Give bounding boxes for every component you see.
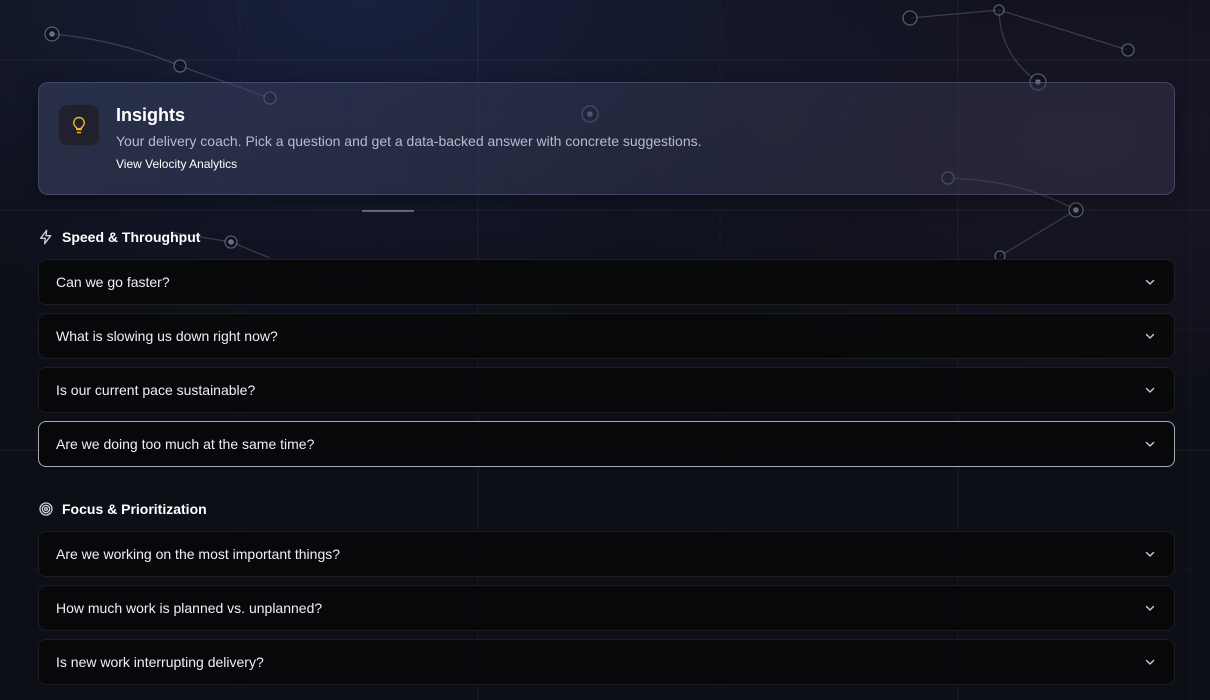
page-subtitle: Your delivery coach. Pick a question and… [116,133,702,149]
question-text: How much work is planned vs. unplanned? [56,600,323,616]
chevron-down-icon [1145,333,1155,339]
question-accordion-item[interactable]: Is new work interrupting delivery? [38,639,1175,685]
section-title: Speed & Throughput [62,229,201,245]
section-header-speed-throughput: Speed & Throughput [38,227,200,247]
lightning-icon [40,229,52,245]
lightbulb-icon [58,104,100,146]
chevron-down-icon [1145,551,1155,557]
question-text: Is our current pace sustainable? [56,382,256,398]
target-icon [39,502,53,516]
page-title: Insights [116,105,186,125]
question-accordion-item[interactable]: Are we working on the most important thi… [38,531,1175,577]
question-text: Are we doing too much at the same time? [56,436,315,452]
question-accordion-item[interactable]: What is slowing us down right now? [38,313,1175,359]
question-text: Can we go faster? [56,274,170,290]
view-velocity-analytics-link[interactable]: View Velocity Analytics [116,157,237,171]
section-header-focus-prioritization: Focus & Prioritization [38,499,207,519]
chevron-down-icon [1145,659,1155,665]
question-accordion-item[interactable]: Are we doing too much at the same time? [38,421,1175,467]
question-text: Are we working on the most important thi… [56,546,341,562]
insights-header-card: Insights Your delivery coach. Pick a que… [38,82,1175,195]
question-accordion-item[interactable]: Is our current pace sustainable? [38,367,1175,413]
question-accordion-item[interactable]: How much work is planned vs. unplanned? [38,585,1175,631]
question-text: What is slowing us down right now? [56,328,278,344]
question-text: Is new work interrupting delivery? [56,654,264,670]
chevron-down-icon [1145,279,1155,285]
chevron-down-icon [1145,605,1155,611]
chevron-down-icon [1145,441,1155,447]
question-accordion-item[interactable]: Can we go faster? [38,259,1175,305]
chevron-down-icon [1145,387,1155,393]
insights-page: Insights Your delivery coach. Pick a que… [0,0,1210,700]
section-title: Focus & Prioritization [62,501,207,517]
